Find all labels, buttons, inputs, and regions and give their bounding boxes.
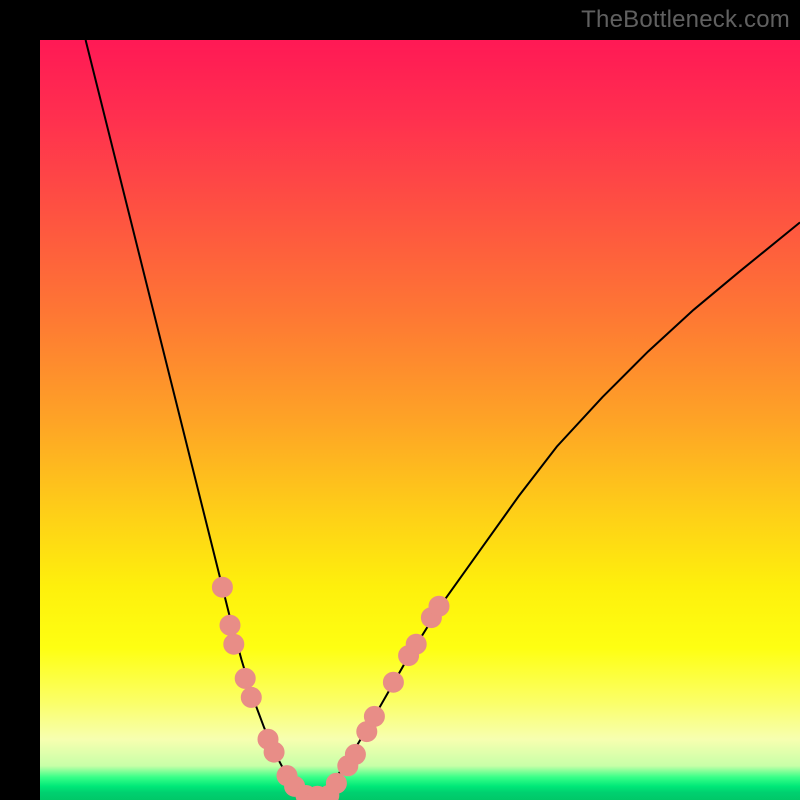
right-curve <box>311 222 800 799</box>
data-marker <box>383 672 403 692</box>
data-marker <box>326 773 346 793</box>
watermark-label: TheBottleneck.com <box>581 6 790 34</box>
data-marker <box>345 744 365 764</box>
chart-container: TheBottleneck.com <box>0 0 800 800</box>
marker-group <box>212 577 449 800</box>
data-marker <box>406 634 426 654</box>
data-marker <box>364 706 384 726</box>
data-marker <box>241 687 261 707</box>
left-curve <box>86 40 312 800</box>
data-marker <box>212 577 232 597</box>
data-marker <box>235 668 255 688</box>
data-marker <box>264 742 284 762</box>
plot-area <box>40 40 800 800</box>
curves-svg <box>40 40 800 800</box>
data-marker <box>220 615 240 635</box>
data-marker <box>224 634 244 654</box>
data-marker <box>429 596 449 616</box>
